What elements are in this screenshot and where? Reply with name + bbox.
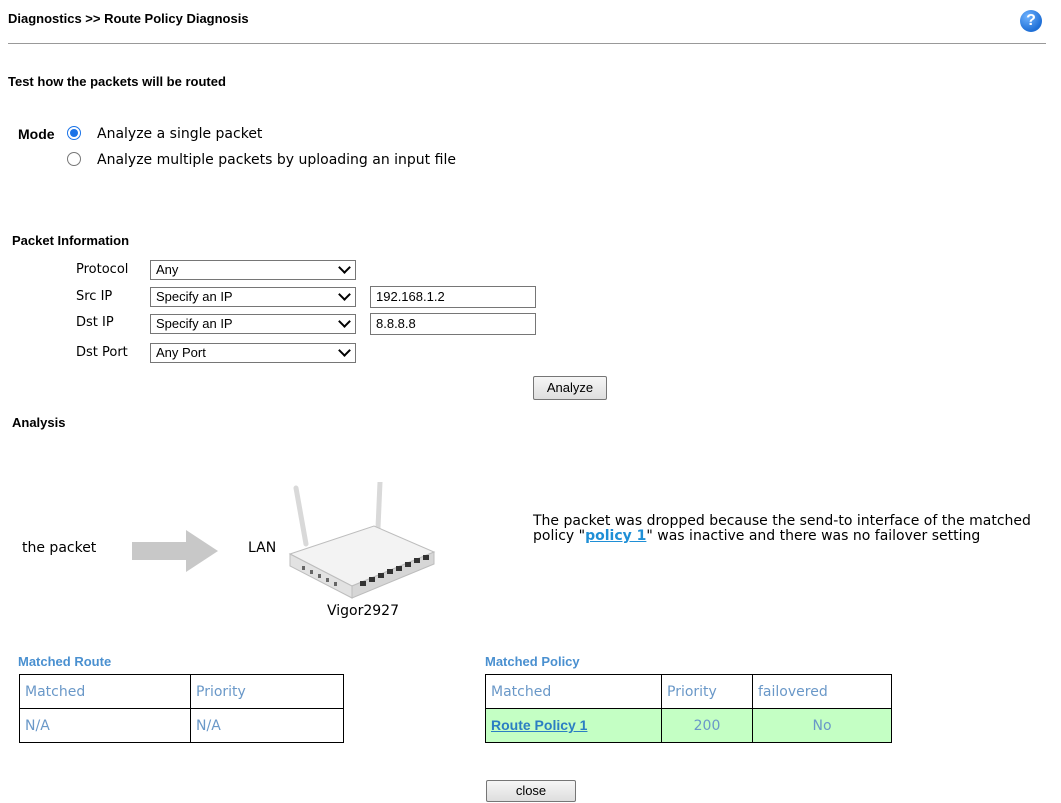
analysis-heading: Analysis (12, 415, 66, 430)
protocol-select[interactable]: Any (150, 260, 356, 280)
table-cell: Route Policy 1 (485, 708, 662, 743)
interface-label: LAN (248, 540, 277, 556)
protocol-select-value: Any (156, 262, 179, 277)
packet-label: the packet (22, 540, 97, 556)
table-cell: 200 (661, 708, 753, 743)
chevron-down-icon (338, 288, 351, 301)
page-title: Diagnostics >> Route Policy Diagnosis (8, 11, 249, 26)
matched-policy-table: Matched Priority failovered Route Policy… (485, 674, 892, 743)
src-ip-input[interactable]: 192.168.1.2 (370, 286, 536, 308)
src-ip-label: Src IP (76, 289, 113, 304)
help-icon[interactable]: ? (1020, 10, 1042, 32)
table-row: N/A N/A (19, 708, 344, 743)
column-header: Priority (190, 674, 344, 709)
column-header: Matched (485, 674, 662, 709)
radio-multiple-packets[interactable] (67, 152, 81, 166)
dst-port-select[interactable]: Any Port (150, 343, 356, 363)
matched-route-table: Matched Priority N/A N/A (19, 674, 344, 743)
route-policy-link[interactable]: Route Policy 1 (491, 717, 587, 733)
src-ip-select[interactable]: Specify an IP (150, 287, 356, 307)
table-cell: No (752, 708, 892, 743)
table-cell: N/A (190, 708, 344, 743)
policy-link[interactable]: policy 1 (585, 528, 646, 544)
column-header: failovered (752, 674, 892, 709)
flow-arrow-icon (132, 530, 218, 572)
analysis-result-message: The packet was dropped because the send-… (533, 514, 1043, 544)
dst-ip-select-value: Specify an IP (156, 316, 233, 331)
column-header: Priority (661, 674, 753, 709)
packet-information-heading: Packet Information (12, 233, 130, 248)
dst-ip-select[interactable]: Specify an IP (150, 314, 356, 334)
protocol-label: Protocol (76, 262, 129, 277)
analyze-button[interactable]: Analyze (533, 376, 607, 400)
close-button[interactable]: close (486, 780, 576, 802)
router-icon (288, 482, 436, 599)
dst-port-label: Dst Port (76, 345, 128, 360)
table-row: Route Policy 1 200 No (485, 708, 892, 743)
column-header: Matched (19, 674, 191, 709)
section-subtitle: Test how the packets will be routed (8, 74, 226, 89)
mode-label: Mode (18, 126, 55, 142)
chevron-down-icon (338, 261, 351, 274)
radio-single-packet-label[interactable]: Analyze a single packet (97, 126, 262, 142)
dst-port-select-value: Any Port (156, 345, 206, 360)
table-header-row: Matched Priority failovered (485, 674, 892, 709)
table-header-row: Matched Priority (19, 674, 344, 709)
src-ip-select-value: Specify an IP (156, 289, 233, 304)
dst-ip-label: Dst IP (76, 315, 114, 330)
table-cell: N/A (19, 708, 191, 743)
radio-single-packet[interactable] (67, 126, 81, 140)
title-divider (8, 43, 1046, 44)
router-name: Vigor2927 (327, 603, 399, 619)
result-message-suffix: " was inactive and there was no failover… (646, 528, 981, 544)
radio-multiple-packets-label[interactable]: Analyze multiple packets by uploading an… (97, 152, 456, 168)
dst-ip-input[interactable]: 8.8.8.8 (370, 313, 536, 335)
chevron-down-icon (338, 344, 351, 357)
matched-policy-heading: Matched Policy (485, 654, 580, 669)
chevron-down-icon (338, 315, 351, 328)
matched-route-heading: Matched Route (18, 654, 112, 669)
